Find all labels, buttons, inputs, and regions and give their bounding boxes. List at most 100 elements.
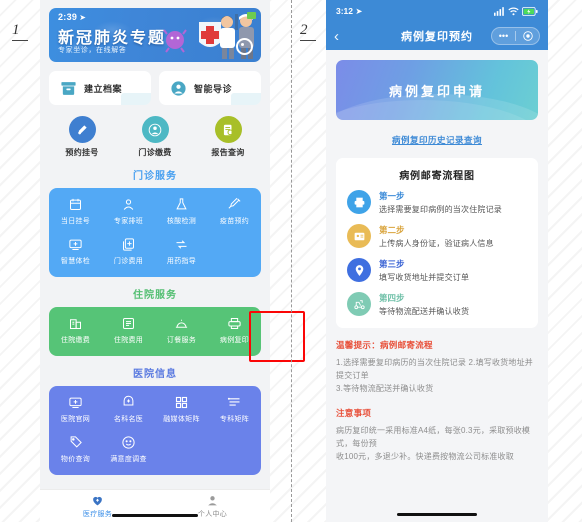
grid-label: 名科名医 [113, 416, 144, 423]
grid-label: 当日挂号 [60, 218, 91, 225]
covid-banner[interactable]: 2:39 ➤ 新冠肺炎专题 专家坐诊，在线解答 [49, 8, 261, 62]
warm-reminder-line-2: 3.等待物流配送并确认收货 [336, 384, 434, 394]
grid-item-same-day-reg[interactable]: 当日挂号 [49, 196, 102, 226]
flow-step-1: 第一步 选择需要复印病例的当次住院记录 [347, 190, 527, 215]
section-title-outpatient: 门诊服务 [133, 171, 177, 182]
flow-step-3: 第三步 填写收货地址并提交订单 [347, 258, 527, 283]
status-time-group: 3:12 ➤ [336, 5, 363, 16]
flow-step-4: 第四步 等待物流配送并确认收货 [347, 292, 527, 317]
id-card-icon [347, 224, 371, 248]
nav-bar: ‹ 病例复印预约 ••• [326, 22, 548, 50]
notice-block: 注意事项 病历复印统一采用标准A4纸，每张0.3元，采取预收模式，每份预 收10… [336, 407, 538, 464]
grid-item-satisfaction-survey[interactable]: 满意度调查 [102, 434, 155, 464]
ghost-art [227, 85, 261, 105]
panel-divider [291, 0, 292, 522]
grid-label: 用药指导 [166, 258, 197, 265]
grid-item-expert-schedule[interactable]: 专家排班 [102, 196, 155, 226]
grid-item-inpatient-fee[interactable]: 住院费用 [102, 315, 155, 345]
printer-icon [347, 190, 371, 214]
wechat-capsule: ••• [491, 27, 540, 45]
list-document-icon [102, 315, 155, 332]
doctor-icon [102, 196, 155, 213]
quick-action-label: 门诊缴费 [138, 148, 172, 157]
grid-item-outpatient-fee[interactable]: 门诊费用 [102, 236, 155, 266]
step-desc: 填写收货地址并提交订单 [379, 273, 470, 282]
flow-step-2: 第二步 上传病人身份证，验证病人信息 [347, 224, 527, 249]
section-title-hospital-info: 医院信息 [133, 369, 177, 380]
history-query-link[interactable]: 病例复印历史记录查询 [392, 135, 482, 145]
notice-line-2: 收100元，多退少补。快递费按物流公司标准收取 [336, 451, 514, 461]
grid-label: 智慧体检 [60, 258, 91, 265]
outpatient-grid-row2: 智慧体检 门诊费用 用药指导 [49, 236, 261, 268]
card-create-record[interactable]: 建立档案 [49, 71, 151, 105]
grid-label: 住院费用 [113, 337, 144, 344]
grid-item-specialty-matrix[interactable]: 专科矩阵 [208, 394, 261, 424]
grid-item-famous-doctors[interactable]: 名科名医 [102, 394, 155, 424]
grid-item-medication-guide[interactable]: 用药指导 [155, 236, 208, 266]
pill-exchange-icon [155, 236, 208, 253]
target-circle-icon[interactable] [516, 31, 539, 41]
card-smart-triage[interactable]: 智能导诊 [159, 71, 261, 105]
notice-title: 注意事项 [336, 407, 372, 418]
monitor-plus-icon [49, 394, 102, 411]
step-name: 第一步 [379, 191, 405, 201]
food-cover-icon [155, 315, 208, 332]
grid-item-meal-order[interactable]: 订餐服务 [155, 315, 208, 345]
grid-item-media-matrix[interactable]: 融媒体矩阵 [155, 394, 208, 424]
grid-item-price-query[interactable]: 物价查询 [49, 434, 102, 464]
home-indicator [112, 514, 198, 517]
warm-reminder-block: 温馨提示：病例邮寄流程 1.选择需要复印病历的当次住院记录 2.填写收货地址并提… [336, 339, 538, 396]
grid-label: 融媒体矩阵 [163, 416, 200, 423]
delivery-scooter-icon [347, 292, 371, 316]
status-bar: 3:12 ➤ [326, 0, 548, 22]
nurse-cap-icon [102, 394, 155, 411]
step-desc: 上传病人身份证，验证病人信息 [379, 239, 494, 248]
bottom-tab-bar: 医疗服务 个人中心 [40, 489, 270, 522]
flow-chart-card: 病例邮寄流程图 第一步 选择需要复印病例的当次住院记录 第二步 上传病人身份证，… [336, 158, 538, 328]
section-title-inpatient: 住院服务 [133, 290, 177, 301]
grid-item-inpatient-payment[interactable]: 住院缴费 [49, 315, 102, 345]
warm-reminder-title: 温馨提示：病例邮寄流程 [336, 340, 433, 350]
quick-action-label: 报告查询 [211, 148, 245, 157]
home-scroll-area[interactable]: 2:39 ➤ 新冠肺炎专题 专家坐诊，在线解答 建立档案 智能导诊 预约挂号 门… [40, 0, 270, 489]
record-copy-booking-screen: 3:12 ➤ ‹ 病例复印预约 ••• 病例复印申请 病例复印历史记录查询 病例… [326, 0, 548, 522]
grid-item-smart-checkup[interactable]: 智慧体检 [49, 236, 102, 266]
location-arrow-icon: ➤ [79, 13, 87, 22]
list-lines-icon [208, 394, 261, 411]
inpatient-grid: 住院缴费 住院费用 订餐服务 病例复印 [49, 315, 261, 347]
panel-hospital-info: 医院官网 名科名医 融媒体矩阵 专科矩阵 物价查询 满意度调查 [49, 386, 261, 475]
smiley-face-icon [102, 434, 155, 451]
grid-label: 疫苗预约 [219, 218, 250, 225]
grid-item-record-copy[interactable]: 病例复印 [208, 315, 261, 345]
quick-action-report[interactable]: 报告查询 [200, 116, 256, 158]
hospital-building-icon [49, 315, 102, 332]
heart-plus-icon [63, 494, 133, 508]
signal-bars-icon [494, 6, 505, 16]
location-arrow-icon: ➤ [355, 5, 363, 16]
printer-icon [208, 315, 261, 332]
target-circle-icon [236, 38, 253, 55]
step-desc: 等待物流配送并确认收货 [379, 307, 470, 316]
grid-squares-icon [155, 394, 208, 411]
grid-item-vaccine[interactable]: 疫苗预约 [208, 196, 261, 226]
notice-line-1: 病历复印统一采用标准A4纸，每张0.3元，采取预收模式，每份预 [336, 425, 531, 448]
page-body[interactable]: 病例复印申请 病例复印历史记录查询 病例邮寄流程图 第一步 选择需要复印病例的当… [326, 50, 548, 522]
price-tag-icon [49, 434, 102, 451]
grid-item-official-site[interactable]: 医院官网 [49, 394, 102, 424]
payment-icon [141, 116, 169, 143]
step-name: 第三步 [379, 259, 405, 269]
user-circle-icon [171, 80, 186, 96]
grid-item-nucleic-test[interactable]: 核酸检测 [155, 196, 208, 226]
ellipsis-icon[interactable]: ••• [492, 31, 515, 41]
step-name: 第二步 [379, 225, 405, 235]
apply-hero-button[interactable]: 病例复印申请 [336, 60, 538, 120]
chevron-left-icon[interactable]: ‹ [334, 29, 339, 44]
monitor-plus-icon [49, 236, 102, 253]
wifi-icon [508, 7, 519, 16]
syringe-icon [208, 196, 261, 213]
hero-title: 病例复印申请 [388, 83, 485, 99]
quick-action-payment[interactable]: 门诊缴费 [127, 116, 183, 158]
grid-label: 满意度调查 [110, 456, 147, 463]
figure-marker-1: 1 [12, 22, 28, 41]
quick-action-appointment[interactable]: 预约挂号 [54, 116, 110, 158]
